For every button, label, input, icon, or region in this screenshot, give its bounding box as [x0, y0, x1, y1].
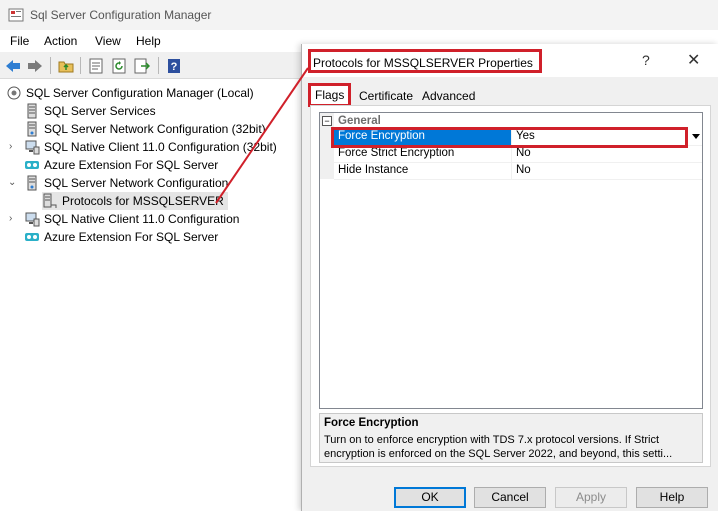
azure-extension-icon	[24, 229, 40, 245]
native-client-icon	[24, 139, 40, 155]
dialog-titlebar: Protocols for MSSQLSERVER Properties ? ✕	[302, 44, 718, 77]
force-encryption-highlight	[331, 127, 688, 148]
protocols-icon	[42, 193, 58, 209]
network-config-icon	[24, 175, 40, 191]
export-list-icon[interactable]	[133, 57, 151, 74]
tree-item-label: SQL Server Network Configuration	[44, 176, 229, 190]
config-manager-node-icon	[6, 85, 22, 101]
menu-action[interactable]: Action	[44, 34, 77, 48]
menu-view[interactable]: View	[95, 34, 121, 48]
network-config-icon	[24, 121, 40, 137]
window-titlebar: Sql Server Configuration Manager	[0, 0, 718, 30]
description-text: Turn on to enforce encryption with TDS 7…	[324, 434, 673, 460]
properties-icon[interactable]	[87, 57, 105, 74]
tab-advanced[interactable]: Advanced	[418, 87, 479, 105]
properties-dialog: Protocols for MSSQLSERVER Properties ? ✕…	[301, 44, 718, 511]
tree-item-label: SQL Server Services	[44, 104, 156, 118]
chevron-down-icon[interactable]: ⌄	[8, 177, 16, 188]
close-icon[interactable]: ✕	[687, 50, 700, 70]
tree-item-network-config-32bit[interactable]: SQL Server Network Configuration (32bit)	[24, 120, 266, 138]
details-pane	[288, 80, 300, 511]
toolbar-separator	[50, 57, 51, 74]
back-icon[interactable]	[4, 57, 22, 74]
tree-item-azure-extension-2[interactable]: Azure Extension For SQL Server	[24, 228, 218, 246]
property-row-force-strict-encryption[interactable]: Force Strict Encryption No	[334, 146, 702, 163]
help-icon[interactable]: ?	[642, 52, 650, 68]
property-value[interactable]: No	[512, 163, 702, 179]
property-value[interactable]: No	[512, 146, 702, 162]
dialog-title: Protocols for MSSQLSERVER Properties	[308, 49, 542, 73]
tree-item-label: SQL Server Network Configuration (32bit)	[44, 122, 266, 136]
tree-item-azure-extension-1[interactable]: Azure Extension For SQL Server	[24, 156, 218, 174]
property-grid: − General Force Encryption Yes Force Str…	[319, 112, 703, 409]
tab-flags[interactable]: Flags	[308, 83, 352, 107]
up-folder-icon[interactable]	[57, 57, 75, 74]
toolbar-separator	[80, 57, 81, 74]
property-description: Force Encryption Turn on to enforce encr…	[319, 413, 703, 463]
refresh-icon[interactable]	[110, 57, 128, 74]
flags-panel: − General Force Encryption Yes Force Str…	[310, 105, 711, 467]
tree-item-label: Azure Extension For SQL Server	[44, 230, 219, 244]
tree-item-label: SQL Native Client 11.0 Configuration	[44, 212, 240, 226]
chevron-right-icon[interactable]: ›	[9, 141, 12, 152]
apply-button[interactable]: Apply	[555, 487, 627, 508]
property-name: Force Strict Encryption	[334, 146, 512, 162]
forward-icon[interactable]	[26, 57, 44, 74]
navigation-tree: SQL Server Configuration Manager (Local)…	[0, 80, 300, 511]
category-general: General	[338, 115, 381, 127]
tab-certificate[interactable]: Certificate	[355, 87, 417, 105]
property-name: Hide Instance	[334, 163, 512, 179]
tree-root[interactable]: SQL Server Configuration Manager (Local)	[6, 84, 254, 102]
tree-item-label: Protocols for MSSQLSERVER	[62, 194, 224, 208]
tree-item-native-client-32bit[interactable]: SQL Native Client 11.0 Configuration (32…	[24, 138, 277, 156]
toolbar-separator	[158, 57, 159, 74]
tree-item-protocols-mssqlserver[interactable]: Protocols for MSSQLSERVER	[42, 192, 228, 210]
tree-item-native-client[interactable]: SQL Native Client 11.0 Configuration	[24, 210, 239, 228]
chevron-right-icon[interactable]: ›	[9, 213, 12, 224]
description-title: Force Encryption	[324, 417, 419, 429]
server-icon	[24, 103, 40, 119]
collapse-icon[interactable]: −	[322, 116, 332, 126]
ok-button[interactable]: OK	[394, 487, 466, 508]
help-icon[interactable]: ?	[165, 57, 183, 74]
native-client-icon	[24, 211, 40, 227]
svg-text:?: ?	[171, 61, 178, 73]
azure-extension-icon	[24, 157, 40, 173]
tree-item-network-config[interactable]: SQL Server Network Configuration	[24, 174, 228, 192]
tree-root-label: SQL Server Configuration Manager (Local)	[26, 86, 254, 100]
tree-item-label: Azure Extension For SQL Server	[44, 158, 219, 172]
config-manager-icon	[8, 8, 24, 22]
window-title: Sql Server Configuration Manager	[30, 8, 212, 22]
menu-file[interactable]: File	[10, 34, 29, 48]
menu-help[interactable]: Help	[136, 34, 161, 48]
property-row-hide-instance[interactable]: Hide Instance No	[334, 163, 702, 180]
cancel-button[interactable]: Cancel	[474, 487, 546, 508]
tree-item-label: SQL Native Client 11.0 Configuration (32…	[44, 140, 277, 154]
help-button[interactable]: Help	[636, 487, 708, 508]
tree-item-sql-server-services[interactable]: SQL Server Services	[24, 102, 156, 120]
dropdown-arrow-icon[interactable]	[692, 134, 700, 139]
